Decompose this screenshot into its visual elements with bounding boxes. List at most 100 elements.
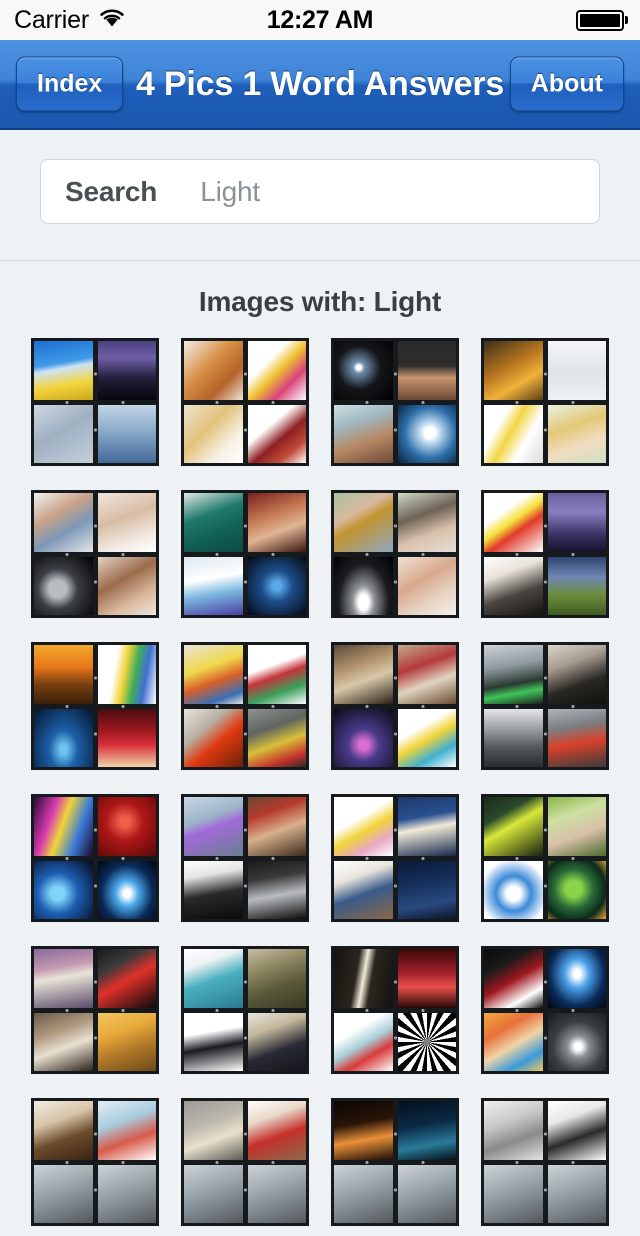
puzzle-lightning-bolt-storm-photographer-field[interactable] <box>481 490 609 618</box>
battery-nub-icon <box>625 16 628 24</box>
navigation-bar: 4 Pics 1 Word Answers Index About <box>0 40 640 130</box>
woman-in-black-uniform <box>184 1012 243 1071</box>
blue-and-red-light-object <box>97 1101 156 1160</box>
battery-full-icon <box>576 9 624 31</box>
crescent-moon-starry-sky <box>397 860 456 919</box>
red-film-strip <box>247 404 306 463</box>
audience-applauding-theater <box>247 493 306 552</box>
alien-with-lightsaber-snow <box>184 797 243 856</box>
blue-rain-on-water <box>97 404 156 463</box>
colorful-weeks-chart <box>97 645 156 704</box>
blue-night-sky-light <box>397 1101 456 1160</box>
puzzle-departure-board-travelers-globe-earth[interactable] <box>481 794 609 922</box>
gamer-with-glowing-tablet <box>334 708 393 767</box>
puzzle-disco-ball-halo-woman-bulb[interactable] <box>331 338 459 466</box>
puzzle-light-beam-stage-ticket-spiral[interactable] <box>331 946 459 1074</box>
glowing-light-bulb-blue <box>397 404 456 463</box>
red-sparkle-bokeh <box>97 797 156 856</box>
puzzle-whisper-sleeping-child-shadow-shush[interactable] <box>31 490 159 618</box>
car-tail-light-close-up <box>184 708 243 767</box>
blue-stage-lights <box>34 708 93 767</box>
red-laser-device <box>97 949 156 1008</box>
puzzle-color-swatches-kids-taillight-carlights[interactable] <box>181 642 309 770</box>
girl-with-lantern-in-tent <box>34 1012 93 1071</box>
airport-departure-board <box>484 797 543 856</box>
purple-lightning-storm <box>547 493 606 552</box>
soldiers-in-camouflage <box>247 949 306 1008</box>
status-bar-clock: 12:27 AM <box>266 5 374 34</box>
hidden-pane-lower-left <box>484 1164 543 1223</box>
yellow-lightning-bolt-icon <box>484 493 543 552</box>
yellow-and-white-light-bulbs <box>484 404 543 463</box>
puzzle-traffic-light-man-city-street-traffic[interactable] <box>481 642 609 770</box>
puzzle-partial-row-six-c[interactable] <box>331 1098 459 1226</box>
search-input[interactable]: Light <box>157 176 260 208</box>
black-and-white-city-street <box>484 708 543 767</box>
puzzle-sunrays-snow-bulbs-blonde[interactable] <box>481 338 609 466</box>
car-lights-on-road <box>247 708 306 767</box>
frosted-leaves-monochrome <box>34 404 93 463</box>
puzzle-sunset-chart-stagelights-curtain[interactable] <box>31 642 159 770</box>
pink-neon-light-gradient <box>34 797 93 856</box>
child-sleeping-with-teddy <box>97 493 156 552</box>
puzzle-neon-gradient-red-sparkle-ball-stage[interactable] <box>31 794 159 922</box>
vertical-light-beam-dark-room <box>334 949 393 1008</box>
puzzle-girl-flashlight-family-reading-gamer-idea[interactable] <box>331 642 459 770</box>
pirate-captain-with-sword <box>247 797 306 856</box>
sun-rays-through-trees <box>484 341 543 400</box>
disco-ball-in-dark <box>334 341 393 400</box>
hidden-pane-lower-left <box>334 1164 393 1223</box>
puzzle-moon-fairy-streetlamp-sleeping-crescent[interactable] <box>331 794 459 922</box>
hidden-pane-lower-left <box>34 1164 93 1223</box>
about-button[interactable]: About <box>509 56 624 112</box>
search-field[interactable]: Search Light <box>40 159 600 224</box>
medical-team-in-scrubs <box>184 949 243 1008</box>
redhead-woman-red-lips <box>184 341 243 400</box>
results-grid <box>0 338 640 1236</box>
black-ornate-lamp <box>547 1101 606 1160</box>
puzzle-lightsaber-pirate-samurai-knight[interactable] <box>181 794 309 922</box>
singer-on-stage-blue-light <box>247 556 306 615</box>
status-bar: Carrier 12:27 AM <box>0 0 640 40</box>
red-theater-curtain <box>97 708 156 767</box>
lighthouse-beam-at-dusk <box>34 949 93 1008</box>
flight-crew-with-clipboard <box>247 1012 306 1071</box>
puzzle-binoculars-camera-spotlight-mirror[interactable] <box>331 490 459 618</box>
lab-technician-with-vials <box>184 556 243 615</box>
movie-ticket-illustration <box>334 1012 393 1071</box>
smiling-blonde-woman <box>547 404 606 463</box>
magic-hat-with-sparkles <box>547 1012 606 1071</box>
magician-hand-behind-curtain <box>484 949 543 1008</box>
blue-glowing-soccer-ball <box>34 860 93 919</box>
black-and-white-spiral-pattern <box>397 1012 456 1071</box>
man-with-halo-over-head <box>397 341 456 400</box>
sunlight-through-curtains <box>97 1012 156 1071</box>
woman-with-binoculars <box>334 493 393 552</box>
samurai-swinging-sword <box>184 860 243 919</box>
index-button[interactable]: Index <box>16 56 124 112</box>
puzzle-redhead-confetti-blonde-filmstrip[interactable] <box>181 338 309 466</box>
puzzle-lighthouse-laser-girl-tent-curtain-sun[interactable] <box>31 946 159 1074</box>
stage-spotlight-beam-dark <box>334 556 393 615</box>
puzzle-partial-row-six-b[interactable] <box>181 1098 309 1226</box>
puzzle-magician-curtain-stage-lights-confetti-magic[interactable] <box>481 946 609 1074</box>
green-traffic-light <box>484 645 543 704</box>
hidden-pane-lower-right <box>97 1164 156 1223</box>
woman-applying-makeup <box>397 556 456 615</box>
lightning-over-green-field <box>547 556 606 615</box>
knight-in-armor <box>247 860 306 919</box>
woman-holding-red-object <box>247 1101 306 1160</box>
hidden-pane-lower-left <box>184 1164 243 1223</box>
hidden-pane-lower-right <box>247 1164 306 1223</box>
blue-stage-spotlights <box>97 860 156 919</box>
puzzle-medical-team-soldiers-uniform-staff[interactable] <box>181 946 309 1074</box>
color-swatch-palette-board <box>184 645 243 704</box>
puzzle-sunflowers-lightning-frost-rain[interactable] <box>31 338 159 466</box>
page-title: 4 Pics 1 Word Answers <box>135 64 505 103</box>
puzzle-partial-row-six-d[interactable] <box>481 1098 609 1226</box>
framed-picture-on-wall <box>184 1101 243 1160</box>
puzzle-partial-row-six-a[interactable] <box>31 1098 159 1226</box>
woman-shushing-finger-to-lips <box>97 556 156 615</box>
colorful-paint-splashes <box>247 341 306 400</box>
puzzle-surgeons-audience-lab-concert[interactable] <box>181 490 309 618</box>
